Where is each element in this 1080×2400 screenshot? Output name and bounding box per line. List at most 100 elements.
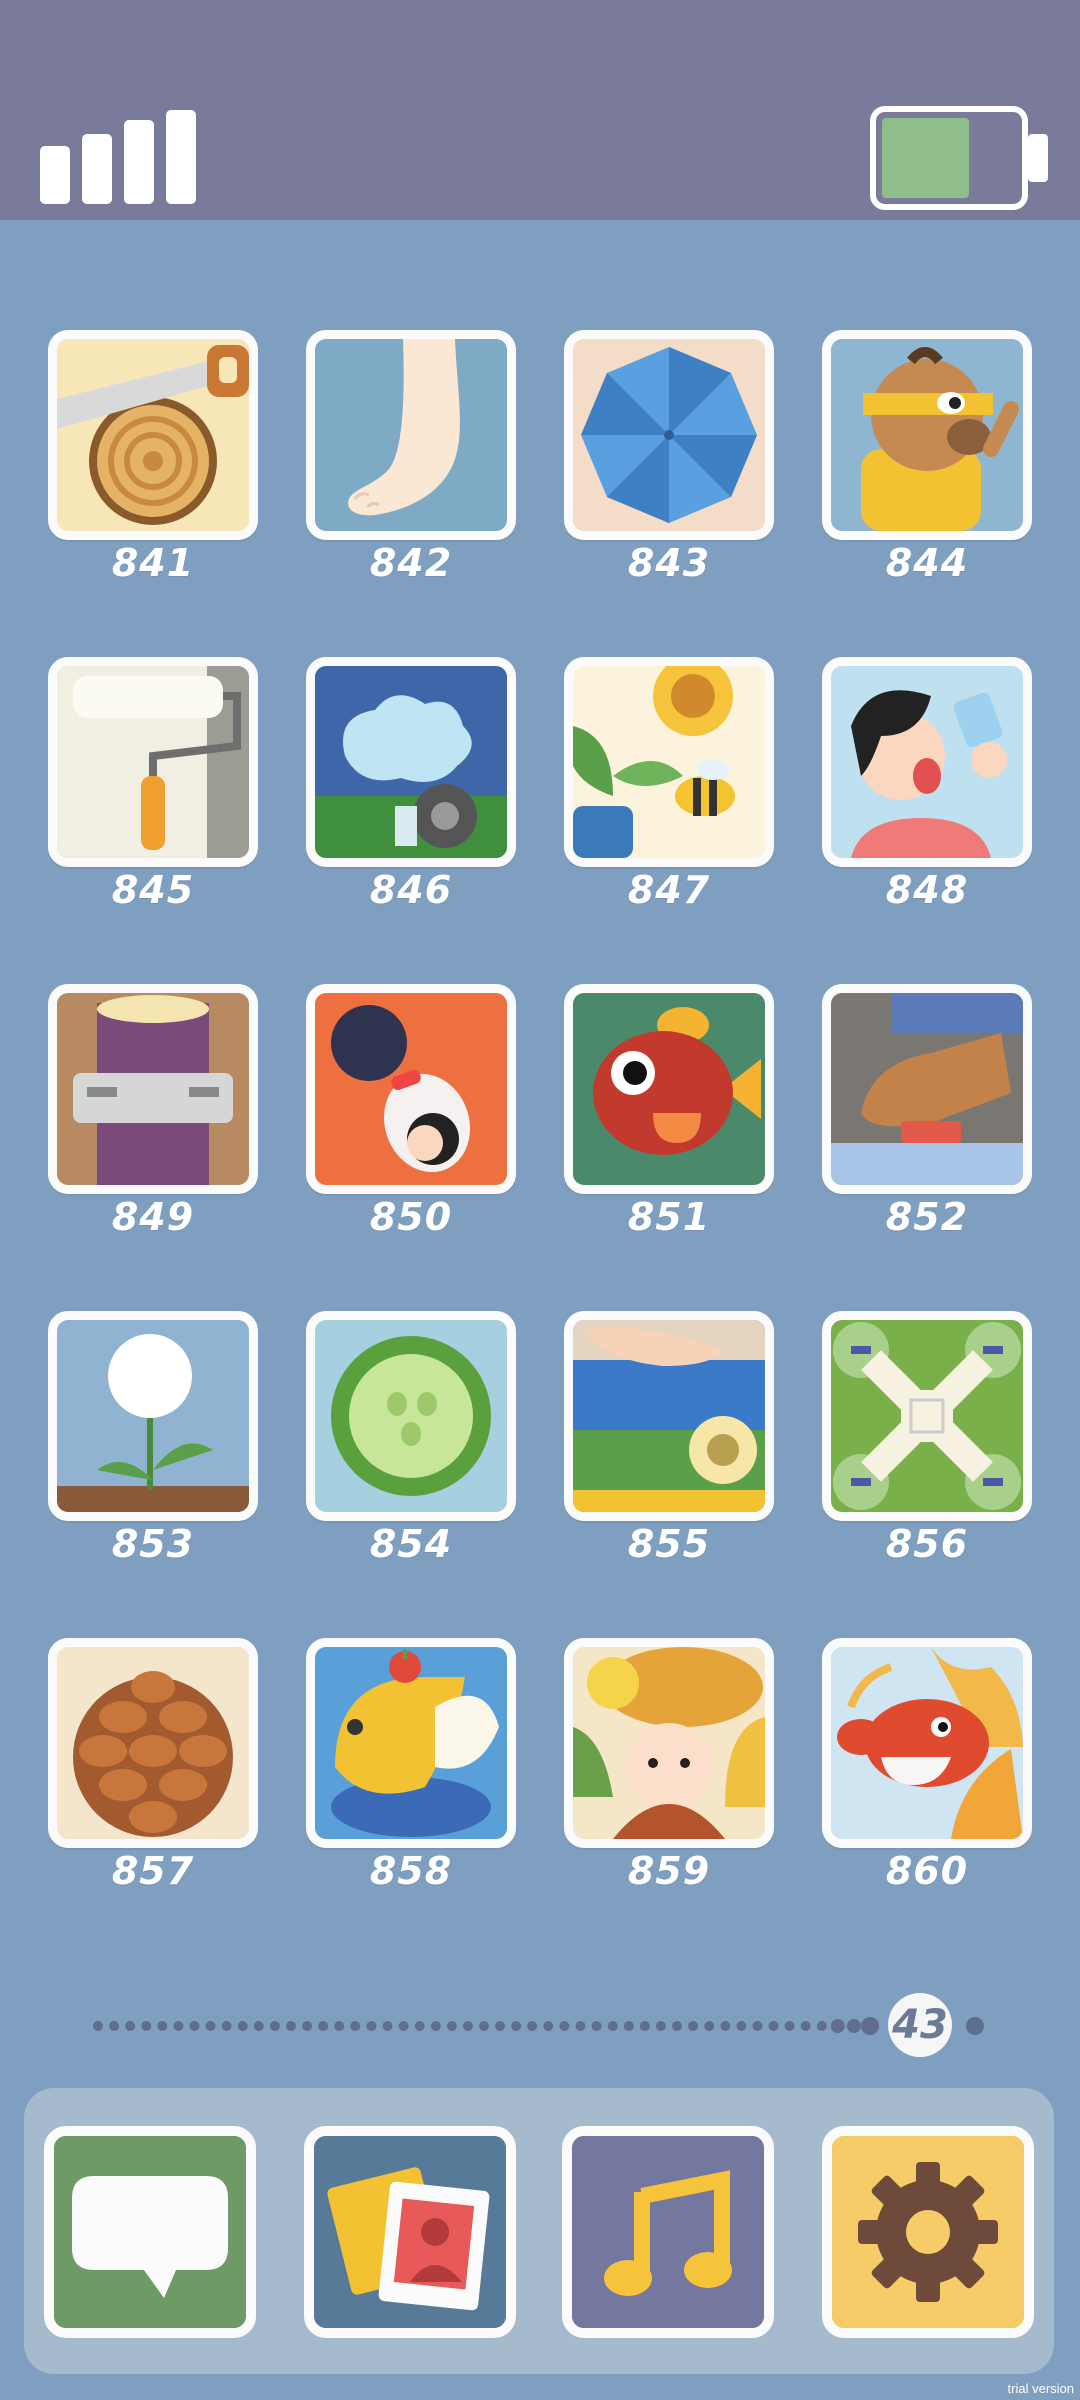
page-dot — [559, 2021, 570, 2031]
page-dot — [302, 2021, 313, 2031]
page-dot — [495, 2021, 506, 2031]
level-number: 844 — [885, 541, 969, 585]
level-number: 846 — [369, 868, 453, 912]
page-dot — [173, 2021, 184, 2031]
level-card[interactable]: 846 — [306, 657, 516, 927]
level-card[interactable]: 855 — [564, 1311, 774, 1581]
page-dot — [205, 2021, 216, 2031]
red-fish-icon — [573, 993, 765, 1185]
settings-button[interactable] — [822, 2126, 1034, 2338]
page-dot — [511, 2021, 522, 2031]
page-dot — [479, 2021, 489, 2031]
level-card[interactable]: 851 — [564, 984, 774, 1254]
level-card[interactable]: 858 — [306, 1638, 516, 1908]
page-dot — [334, 2021, 345, 2031]
level-card[interactable]: 853 — [48, 1311, 258, 1581]
page-dot — [157, 2021, 168, 2031]
page-dot — [398, 2021, 409, 2031]
page-dot — [527, 2021, 538, 2031]
photos-button[interactable] — [304, 2126, 516, 2338]
level-card[interactable]: 850 — [306, 984, 516, 1254]
speech-bubble-icon — [54, 2136, 246, 2328]
level-number: 856 — [885, 1522, 969, 1566]
paint-roller-icon — [57, 666, 249, 858]
hand-cutting-banana-icon — [573, 1320, 765, 1512]
page-dot — [430, 2021, 441, 2031]
level-card[interactable]: 859 — [564, 1638, 774, 1908]
photo-cards-icon — [314, 2136, 506, 2328]
music-note-icon — [572, 2136, 764, 2328]
dragon-icon — [831, 1647, 1023, 1839]
level-card[interactable]: 844 — [822, 330, 1032, 600]
level-number: 842 — [369, 541, 453, 585]
lock-on-log-icon — [57, 993, 249, 1185]
page-dot — [623, 2021, 634, 2031]
car-hydrant-splash-icon — [315, 666, 507, 858]
level-number: 860 — [885, 1849, 969, 1893]
level-card[interactable]: 841 — [48, 330, 258, 600]
level-number: 854 — [369, 1522, 453, 1566]
shoe-on-pedal-icon — [831, 993, 1023, 1185]
page-dot — [543, 2021, 554, 2031]
level-card[interactable]: 845 — [48, 657, 258, 927]
level-number: 855 — [627, 1522, 711, 1566]
saw-and-log-icon — [57, 339, 249, 531]
page-dot — [462, 2021, 473, 2031]
page-dot — [253, 2021, 264, 2031]
level-number: 859 — [627, 1849, 711, 1893]
level-card[interactable]: 847 — [564, 657, 774, 927]
sunflower-bee-icon — [573, 666, 765, 858]
page-indicator[interactable]: 43 — [80, 1990, 1000, 2070]
boy-drinking-water-icon — [831, 666, 1023, 858]
pine-cone-icon — [57, 1647, 249, 1839]
level-number: 847 — [627, 868, 711, 912]
page-dot — [688, 2021, 699, 2031]
page-dot — [846, 2019, 861, 2033]
page-dot — [591, 2021, 602, 2031]
level-number: 858 — [369, 1849, 453, 1893]
page-dot — [861, 2017, 879, 2035]
page-dot — [704, 2021, 715, 2031]
level-number: 853 — [111, 1522, 195, 1566]
messages-button[interactable] — [44, 2126, 256, 2338]
level-card[interactable]: 848 — [822, 657, 1032, 927]
page-dot — [800, 2021, 811, 2031]
page-dot — [784, 2021, 795, 2031]
page-dot — [414, 2021, 425, 2031]
dock — [24, 2088, 1054, 2374]
music-button[interactable] — [562, 2126, 774, 2338]
level-number: 849 — [111, 1195, 195, 1239]
page-dot — [109, 2021, 120, 2031]
page-dot — [639, 2021, 650, 2031]
dandelion-icon — [57, 1320, 249, 1512]
page-dot — [125, 2021, 136, 2031]
level-card[interactable]: 854 — [306, 1311, 516, 1581]
autumn-girl-icon — [573, 1647, 765, 1839]
page-dot — [366, 2021, 377, 2031]
level-number: 845 — [111, 868, 195, 912]
level-card[interactable]: 860 — [822, 1638, 1032, 1908]
page-dot — [382, 2021, 393, 2031]
gear-icon — [832, 2136, 1024, 2328]
page-dot — [672, 2021, 682, 2031]
page-dot — [269, 2021, 280, 2031]
level-card[interactable]: 856 — [822, 1311, 1032, 1581]
page-dot — [286, 2021, 296, 2031]
page-dot — [720, 2021, 731, 2031]
level-card[interactable]: 843 — [564, 330, 774, 600]
level-number: 851 — [627, 1195, 711, 1239]
page-dot — [736, 2021, 747, 2031]
pager-dots — [93, 2017, 984, 2035]
level-card[interactable]: 852 — [822, 984, 1032, 1254]
page-dot — [655, 2021, 666, 2031]
level-number: 843 — [627, 541, 711, 585]
masked-bird-hero-icon — [831, 339, 1023, 531]
level-card[interactable]: 857 — [48, 1638, 258, 1908]
level-card[interactable]: 842 — [306, 330, 516, 600]
cucumber-slice-icon — [315, 1320, 507, 1512]
page-dot — [318, 2021, 329, 2031]
page-dot — [93, 2021, 103, 2031]
level-card[interactable]: 849 — [48, 984, 258, 1254]
page-dot — [446, 2021, 457, 2031]
page-dot — [607, 2021, 618, 2031]
